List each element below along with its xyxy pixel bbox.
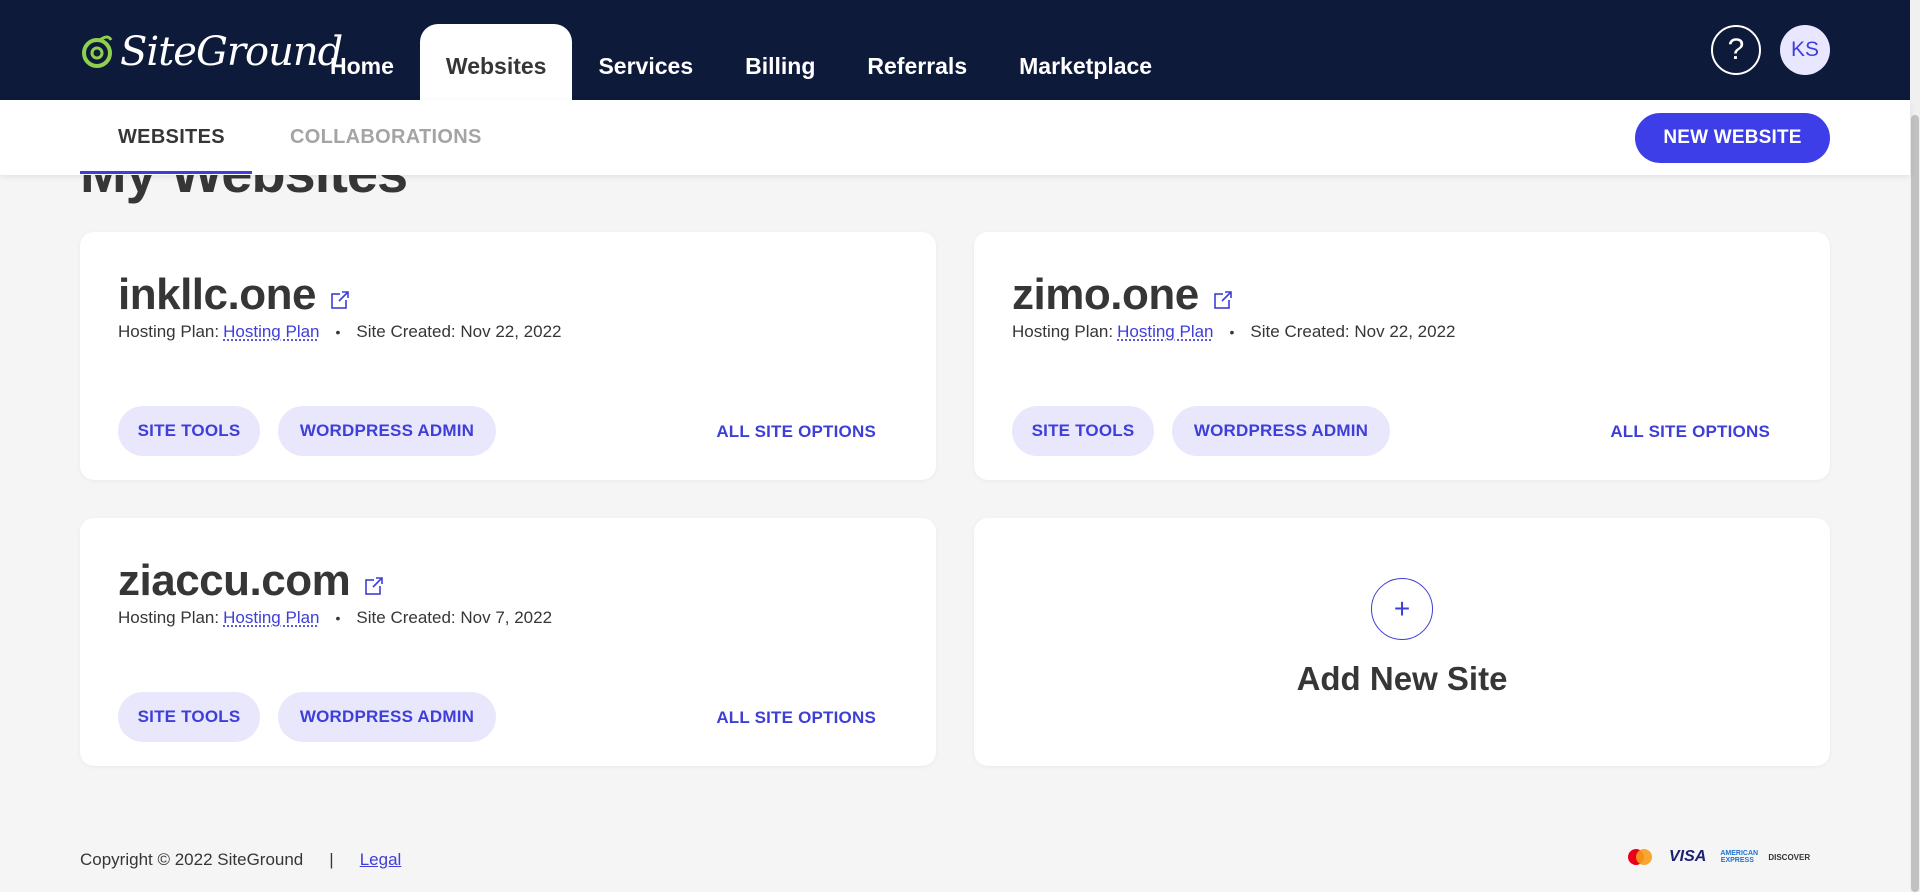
main-nav-tabs: Home Websites Services Billing Referrals… xyxy=(304,24,1178,100)
plus-icon: + xyxy=(1371,578,1433,640)
tab-referrals[interactable]: Referrals xyxy=(841,24,993,100)
all-site-options-link[interactable]: ALL SITE OPTIONS xyxy=(1610,422,1770,442)
payment-methods: VISA AMERICAN EXPRESS DISCOVER xyxy=(1625,845,1810,869)
hosting-plan-link[interactable]: Hosting Plan xyxy=(223,608,319,628)
sub-navigation: WEBSITES COLLABORATIONS NEW WEBSITE xyxy=(0,100,1910,175)
site-created-date: Site Created: Nov 22, 2022 xyxy=(356,322,562,341)
active-subtab-indicator xyxy=(80,171,252,174)
tab-home[interactable]: Home xyxy=(304,24,420,100)
hosting-plan-link[interactable]: Hosting Plan xyxy=(223,322,319,342)
help-button[interactable]: ? xyxy=(1711,25,1761,75)
all-site-options-link[interactable]: ALL SITE OPTIONS xyxy=(716,422,876,442)
site-meta: Hosting Plan: Hosting Plan • Site Create… xyxy=(118,608,552,628)
site-domain: zimo.one xyxy=(1012,270,1199,319)
siteground-logo-icon xyxy=(80,32,114,72)
site-created-date: Site Created: Nov 22, 2022 xyxy=(1250,322,1456,341)
site-tools-button[interactable]: SITE TOOLS xyxy=(118,692,260,742)
top-navigation-bar: SiteGround Home Websites Services Billin… xyxy=(0,0,1910,100)
external-link-icon[interactable] xyxy=(364,576,385,596)
question-mark-icon: ? xyxy=(1727,33,1745,66)
copyright-text: Copyright © 2022 SiteGround xyxy=(80,850,304,869)
subtab-websites[interactable]: WEBSITES xyxy=(118,126,225,149)
site-name: zimo.one xyxy=(1012,270,1233,320)
site-card: ziaccu.com Hosting Plan: Hosting Plan • … xyxy=(80,518,936,766)
external-link-icon[interactable] xyxy=(330,290,350,310)
site-name: ziaccu.com xyxy=(118,556,385,606)
site-card: zimo.one Hosting Plan: Hosting Plan • Si… xyxy=(974,232,1830,480)
tab-websites[interactable]: Websites xyxy=(419,24,573,100)
site-domain: ziaccu.com xyxy=(118,556,351,605)
subtab-collaborations[interactable]: COLLABORATIONS xyxy=(290,126,482,149)
legal-link[interactable]: Legal xyxy=(360,850,402,870)
all-site-options-link[interactable]: ALL SITE OPTIONS xyxy=(716,708,876,728)
tab-services[interactable]: Services xyxy=(572,24,719,100)
footer: Copyright © 2022 SiteGround | Legal xyxy=(80,850,401,870)
user-avatar[interactable]: KS xyxy=(1780,25,1830,75)
add-new-site-label: Add New Site xyxy=(1296,660,1508,697)
meta-separator: • xyxy=(1229,324,1235,340)
site-card: inkllc.one Hosting Plan: Hosting Plan • … xyxy=(80,232,936,480)
site-domain: inkllc.one xyxy=(118,270,316,319)
site-name: inkllc.one xyxy=(118,270,350,320)
site-meta: Hosting Plan: Hosting Plan • Site Create… xyxy=(118,322,562,342)
wordpress-admin-button[interactable]: WORDPRESS ADMIN xyxy=(278,406,496,456)
wordpress-admin-button[interactable]: WORDPRESS ADMIN xyxy=(1172,406,1390,456)
visa-icon: VISA xyxy=(1669,848,1707,865)
external-link-icon[interactable] xyxy=(1213,290,1233,310)
site-meta: Hosting Plan: Hosting Plan • Site Create… xyxy=(1012,322,1456,342)
siteground-logo[interactable]: SiteGround xyxy=(80,28,343,76)
site-tools-button[interactable]: SITE TOOLS xyxy=(1012,406,1154,456)
mastercard-icon xyxy=(1628,849,1652,865)
wordpress-admin-button[interactable]: WORDPRESS ADMIN xyxy=(278,692,496,742)
tab-marketplace[interactable]: Marketplace xyxy=(993,24,1178,100)
discover-icon: DISCOVER xyxy=(1768,852,1811,862)
site-created-date: Site Created: Nov 7, 2022 xyxy=(356,608,553,627)
meta-separator: • xyxy=(335,324,341,340)
hosting-plan-label: Hosting Plan: xyxy=(1012,322,1114,341)
scrollbar-thumb[interactable] xyxy=(1911,115,1919,892)
site-tools-button[interactable]: SITE TOOLS xyxy=(118,406,260,456)
hosting-plan-label: Hosting Plan: xyxy=(118,322,220,341)
add-new-site-card[interactable]: + Add New Site xyxy=(974,518,1830,766)
tab-billing[interactable]: Billing xyxy=(719,24,841,100)
new-website-button[interactable]: NEW WEBSITE xyxy=(1635,113,1830,163)
footer-separator: | xyxy=(329,850,334,869)
hosting-plan-label: Hosting Plan: xyxy=(118,608,220,627)
amex-icon: AMERICAN EXPRESS xyxy=(1720,850,1759,864)
hosting-plan-link[interactable]: Hosting Plan xyxy=(1117,322,1213,342)
meta-separator: • xyxy=(335,610,341,626)
